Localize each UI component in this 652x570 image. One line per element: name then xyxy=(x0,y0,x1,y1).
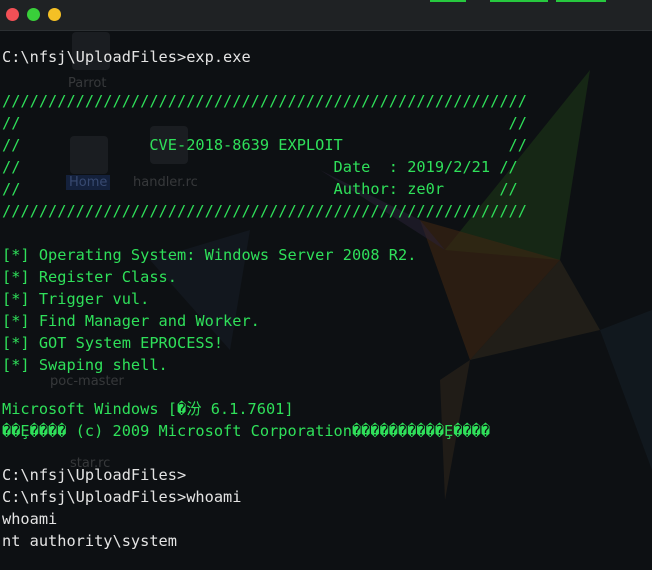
terminal-line: whoami xyxy=(2,510,58,528)
terminal-line: C:\nfsj\UploadFiles>whoami xyxy=(2,488,242,506)
terminal-line: ��Ȩ���� (c) 2009 Microsoft Corporation��… xyxy=(2,422,491,440)
terminal-output[interactable]: C:\nfsj\UploadFiles>exp.exe ////////////… xyxy=(2,46,527,552)
titlebar-artifact xyxy=(430,0,466,2)
terminal-line: [*] Register Class. xyxy=(2,268,177,286)
terminal-line: // CVE-2018-8639 EXPLOIT // xyxy=(2,136,527,154)
titlebar-artifact xyxy=(490,0,548,2)
terminal-line: nt authority\system xyxy=(2,532,177,550)
terminal-line: // // xyxy=(2,114,527,132)
maximize-window-button[interactable] xyxy=(48,8,61,21)
titlebar-artifact xyxy=(556,0,606,2)
terminal-line: ////////////////////////////////////////… xyxy=(2,92,527,110)
terminal-line: [*] GOT System EPROCESS! xyxy=(2,334,224,352)
terminal-line: ////////////////////////////////////////… xyxy=(2,202,527,220)
terminal-line: Microsoft Windows [�汾 6.1.7601] xyxy=(2,400,294,418)
close-window-button[interactable] xyxy=(6,8,19,21)
terminal-line: // Date : 2019/2/21 // xyxy=(2,158,518,176)
terminal-line: C:\nfsj\UploadFiles>exp.exe xyxy=(2,48,251,66)
terminal-line: [*] Find Manager and Worker. xyxy=(2,312,260,330)
terminal-line: // Author: ze0r // xyxy=(2,180,518,198)
window-titlebar xyxy=(0,0,652,31)
terminal-line: [*] Operating System: Windows Server 200… xyxy=(2,246,417,264)
terminal-line: [*] Swaping shell. xyxy=(2,356,168,374)
minimize-window-button[interactable] xyxy=(27,8,40,21)
terminal-line: C:\nfsj\UploadFiles> xyxy=(2,466,187,484)
terminal-line: [*] Trigger vul. xyxy=(2,290,150,308)
